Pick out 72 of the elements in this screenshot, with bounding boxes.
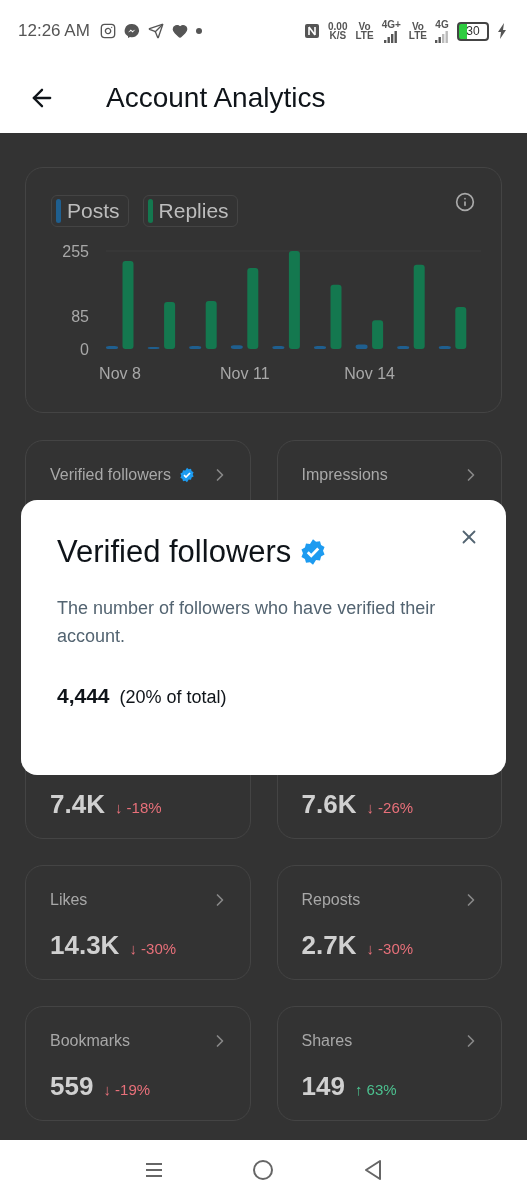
bar [372, 320, 384, 349]
legend-swatch [56, 199, 61, 223]
bar [455, 307, 467, 349]
back-nav-button[interactable] [362, 1159, 383, 1181]
axis-label: Nov 14 [344, 365, 395, 382]
info-icon[interactable] [455, 192, 475, 212]
metric-value: 7.6K [301, 789, 357, 820]
bar [397, 345, 410, 349]
nfc-icon [304, 23, 321, 39]
bar [438, 345, 451, 349]
network-type: 4G [435, 19, 449, 29]
dialog-description: The number of followers who have verified their account. [57, 597, 437, 648]
metric-label: Reposts [301, 891, 361, 909]
charging-bolt-icon [497, 23, 507, 39]
metric-card[interactable]: Bookmarks 559 ↓ -19% [25, 1006, 251, 1121]
axis-label: 255 [62, 243, 89, 260]
metric-value: 2.7K [301, 930, 357, 961]
volte-label: LTE [355, 31, 374, 40]
metric-value: 14.3K [50, 930, 120, 961]
speed-unit: K/S [329, 31, 347, 40]
change-percent: ↓ -26% [366, 799, 414, 816]
metric-value: 559 [50, 1071, 94, 1102]
volte-label: Vo [358, 22, 371, 31]
page-title: Account Analytics [106, 81, 326, 114]
instagram-icon [99, 23, 116, 39]
metric-label: Likes [50, 891, 88, 909]
volte-label: LTE [408, 31, 427, 40]
legend-chip[interactable]: Posts [51, 195, 129, 227]
bar [330, 284, 342, 349]
speed-value: 0.00 [328, 22, 348, 31]
home-button[interactable] [252, 1159, 275, 1181]
network-type: 4G+ [381, 19, 401, 29]
bar [189, 345, 202, 349]
metric-card[interactable]: Likes 14.3K ↓ -30% [25, 865, 251, 980]
axis-label: Nov 8 [99, 365, 141, 382]
bar [205, 300, 217, 349]
menu-button[interactable] [144, 1160, 165, 1180]
change-percent: ↓ -19% [103, 1081, 151, 1098]
signal-icon [435, 28, 449, 43]
share-of-total: (20% of total) [119, 687, 227, 708]
axis-label: 85 [71, 308, 89, 326]
battery-level: 30 [457, 21, 489, 41]
messenger-icon [123, 23, 140, 39]
bar [314, 345, 326, 349]
metric-card[interactable]: Shares 149 ↑ 63% [276, 1006, 502, 1121]
change-percent: ↓ -30% [129, 940, 177, 957]
metric-card[interactable]: Reposts 2.7K ↓ -30% [276, 865, 502, 980]
change-percent: ↑ 63% [354, 1081, 397, 1098]
bar [355, 344, 368, 349]
metric-label: Bookmarks [50, 1032, 131, 1050]
bar [106, 345, 118, 349]
change-percent: ↓ -18% [114, 799, 162, 816]
legend-swatch [147, 199, 153, 223]
metric-value: 149 [301, 1071, 345, 1102]
metric-label: Impressions [301, 466, 388, 484]
dot-icon [195, 28, 202, 34]
change-percent: ↓ -30% [366, 940, 414, 957]
signal-icon [384, 28, 399, 43]
bar [230, 345, 243, 349]
clock-time: 12:26 AM [18, 21, 90, 41]
follower-count: 4,444 [57, 684, 110, 708]
metric-value: 7.4K [50, 789, 105, 820]
axis-label: Nov 11 [220, 365, 270, 382]
bar [272, 345, 285, 349]
volte-label: Vo [411, 22, 424, 31]
bar [164, 302, 176, 349]
legend-chip[interactable]: Replies [142, 195, 238, 227]
heart-icon [171, 23, 188, 39]
metric-label: Verified followers [50, 466, 171, 484]
axis-label: 0 [80, 341, 89, 358]
paper-plane-icon [147, 23, 164, 39]
metric-label: Shares [301, 1032, 353, 1050]
